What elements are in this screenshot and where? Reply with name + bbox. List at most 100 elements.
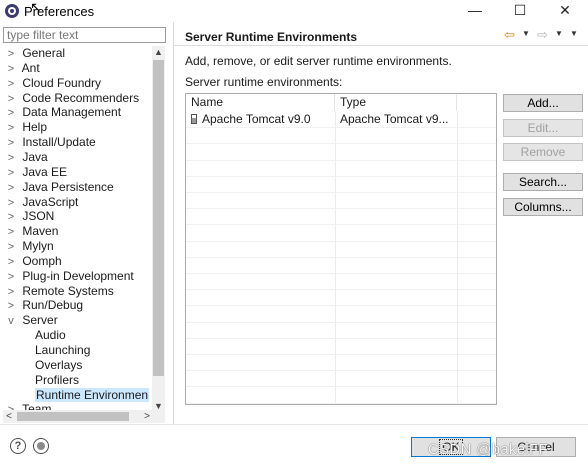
collapsed-chevron-icon[interactable]: >	[3, 255, 19, 270]
remove-button[interactable]: Remove	[503, 143, 583, 161]
panel-divider[interactable]	[173, 22, 174, 424]
tree-item-label: JavaScript	[22, 194, 79, 209]
collapsed-chevron-icon[interactable]: >	[3, 240, 19, 255]
row-divider	[186, 273, 496, 274]
scroll-left-icon[interactable]: <	[3, 410, 15, 423]
tree-item[interactable]: > Plug-in Development	[3, 269, 153, 284]
tree-item[interactable]: > Help	[3, 120, 153, 135]
collapsed-chevron-icon[interactable]: >	[3, 92, 19, 107]
tree-item[interactable]: Audio	[3, 328, 153, 343]
table-row-name-cell[interactable]: Apache Tomcat v9.0	[186, 111, 335, 127]
collapsed-chevron-icon[interactable]: >	[3, 151, 19, 166]
minimize-button[interactable]: —	[452, 0, 498, 22]
collapsed-chevron-icon[interactable]: >	[3, 285, 19, 300]
tree-item[interactable]: > JSON	[3, 209, 153, 224]
row-divider	[186, 305, 496, 307]
forward-dropdown-icon[interactable]: ▼	[555, 29, 563, 38]
tree-item[interactable]: Runtime Environmen	[3, 387, 153, 403]
runtime-name: Apache Tomcat v9.0	[202, 112, 311, 126]
back-arrow-icon[interactable]: ⇦	[504, 27, 515, 43]
back-dropdown-icon[interactable]: ▼	[522, 29, 530, 38]
tree-item[interactable]: > Java Persistence	[3, 180, 153, 195]
tree-item[interactable]: > Mylyn	[3, 239, 153, 254]
search-button[interactable]: Search...	[503, 173, 583, 191]
tree-item[interactable]: > Java	[3, 150, 153, 165]
row-divider	[186, 289, 496, 291]
preference-tree[interactable]: > General > Ant > Cloud Foundry > Code Reco…	[3, 46, 153, 412]
tree-item[interactable]: Overlays	[3, 358, 153, 373]
row-divider	[186, 208, 496, 210]
collapsed-chevron-icon[interactable]: >	[3, 77, 19, 92]
hscroll-thumb[interactable]	[17, 412, 129, 421]
tree-item[interactable]: Launching	[3, 343, 153, 358]
tree-item[interactable]: v Server	[3, 313, 153, 328]
tree-item[interactable]: > General	[3, 46, 153, 61]
view-menu-icon[interactable]: ▼	[570, 29, 578, 38]
add-button[interactable]: Add...	[503, 94, 583, 112]
tree-item[interactable]: > Maven	[3, 224, 153, 239]
tree-item[interactable]: > Data Management	[3, 105, 153, 120]
collapsed-chevron-icon[interactable]: >	[3, 270, 19, 285]
collapsed-chevron-icon[interactable]: >	[3, 136, 19, 151]
collapsed-chevron-icon[interactable]: >	[3, 299, 19, 314]
collapsed-chevron-icon[interactable]: >	[3, 196, 19, 211]
row-divider	[186, 224, 496, 226]
column-header-name[interactable]: Name	[186, 94, 335, 111]
tree-item[interactable]: > JavaScript	[3, 195, 153, 210]
scroll-thumb[interactable]	[153, 60, 164, 376]
tree-item[interactable]: > Run/Debug	[3, 298, 153, 313]
tree-item-label: Help	[22, 120, 48, 135]
tree-item[interactable]: > Ant	[3, 61, 153, 76]
page-description: Add, remove, or edit server runtime envi…	[185, 54, 452, 68]
tree-item-label: Code Recommenders	[22, 90, 140, 105]
row-divider	[186, 321, 496, 323]
expanded-chevron-icon[interactable]: v	[3, 314, 19, 329]
table-row-type-cell[interactable]: Apache Tomcat v9...	[335, 111, 457, 127]
help-icon[interactable]: ?	[10, 438, 26, 454]
tree-item[interactable]: > Oomph	[3, 254, 153, 269]
edit-button[interactable]: Edit...	[503, 119, 583, 137]
tree-item-label: Audio	[35, 328, 66, 343]
columns-button[interactable]: Columns...	[503, 198, 583, 216]
row-divider	[186, 127, 496, 129]
collapsed-chevron-icon[interactable]: >	[3, 225, 19, 240]
close-button[interactable]: ✕	[542, 0, 588, 22]
scroll-corner	[152, 410, 165, 423]
filter-input[interactable]	[3, 27, 166, 43]
tree-item-label: Launching	[35, 343, 91, 357]
tree-item[interactable]: > Install/Update	[3, 135, 153, 150]
runtime-table[interactable]: Name Type Apache Tomcat v9.0 Apache Tomca…	[185, 93, 497, 405]
tree-item[interactable]: > Code Recommenders	[3, 91, 153, 106]
tree-item[interactable]: > Java EE	[3, 165, 153, 180]
tree-horizontal-scrollbar[interactable]: < >	[3, 410, 153, 423]
header-separator	[174, 45, 588, 46]
forward-arrow-icon[interactable]: ⇨	[537, 27, 548, 43]
tree-item-label: Remote Systems	[22, 283, 114, 298]
collapsed-chevron-icon[interactable]: >	[3, 62, 19, 77]
tree-item-label: Runtime Environmen	[35, 387, 150, 402]
tree-item-label: Ant	[21, 60, 40, 75]
scroll-up-icon[interactable]: ▲	[152, 46, 165, 58]
eclipse-app-icon	[5, 4, 19, 18]
collapsed-chevron-icon[interactable]: >	[3, 106, 19, 121]
column-divider	[457, 111, 458, 404]
tree-item-label: General	[22, 46, 66, 60]
tree-item[interactable]: > Remote Systems	[3, 284, 153, 299]
title-bar: Preferences ↖ — ☐ ✕	[0, 0, 588, 22]
maximize-button[interactable]: ☐	[497, 0, 543, 22]
tree-item[interactable]: > Cloud Foundry	[3, 76, 153, 91]
collapsed-chevron-icon[interactable]: >	[3, 210, 19, 225]
tree-item[interactable]: Profilers	[3, 373, 153, 388]
row-divider	[186, 386, 496, 388]
column-header-type[interactable]: Type	[335, 94, 457, 111]
tree-item-label: Java EE	[22, 164, 68, 179]
collapsed-chevron-icon[interactable]: >	[3, 166, 19, 181]
footer-separator	[0, 424, 588, 425]
collapsed-chevron-icon[interactable]: >	[3, 47, 19, 62]
collapsed-chevron-icon[interactable]: >	[3, 181, 19, 196]
tree-vertical-scrollbar[interactable]: ▲ ▼	[152, 46, 165, 412]
tree-item-label: JSON	[22, 209, 55, 224]
record-macro-icon[interactable]	[33, 438, 49, 454]
row-divider	[186, 337, 496, 339]
collapsed-chevron-icon[interactable]: >	[3, 121, 19, 136]
